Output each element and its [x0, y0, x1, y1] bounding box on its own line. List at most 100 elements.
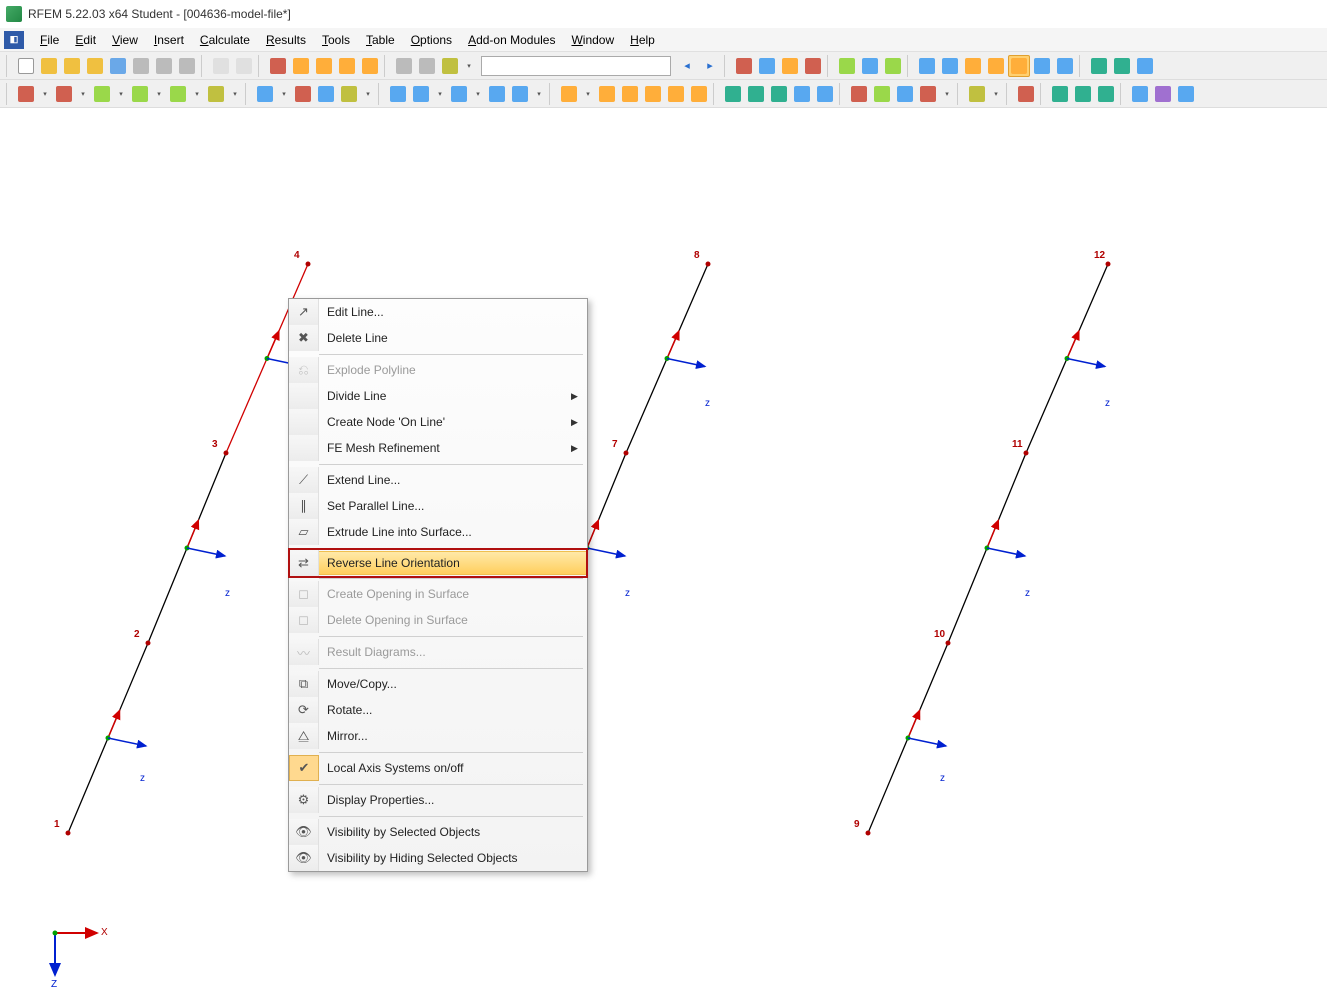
load1-button[interactable] [558, 83, 580, 105]
zoom-all-button[interactable] [722, 83, 744, 105]
dropdown-arrow-icon[interactable]: ▾ [228, 83, 242, 105]
render3-button[interactable] [1095, 83, 1117, 105]
mesh4-button[interactable] [985, 55, 1007, 77]
dropdown-arrow-icon[interactable]: ▾ [462, 55, 476, 77]
mesh2-button[interactable] [939, 55, 961, 77]
opening-tool-button[interactable] [205, 83, 227, 105]
view-x-button[interactable] [848, 83, 870, 105]
app-menu-icon[interactable]: ◧ [4, 31, 24, 49]
zoom-select-button[interactable] [313, 55, 335, 77]
dimension-tool-button[interactable] [315, 83, 337, 105]
load3-button[interactable] [619, 83, 641, 105]
cube1-button[interactable] [387, 83, 409, 105]
save-button[interactable] [107, 55, 129, 77]
context-menu-item-extend-line[interactable]: ⟋Extend Line... [289, 467, 587, 493]
context-menu-item-local-axis-systems-on-off[interactable]: ✔Local Axis Systems on/off [289, 755, 587, 781]
workplane-button[interactable] [966, 83, 988, 105]
context-menu-item-edit-line[interactable]: ↗Edit Line... [289, 299, 587, 325]
menu-edit[interactable]: Edit [67, 31, 104, 49]
dropdown-arrow-icon[interactable]: ▾ [471, 83, 485, 105]
grid1-button[interactable] [1031, 55, 1053, 77]
extra3-button[interactable] [1175, 83, 1197, 105]
extra2-button[interactable] [1152, 83, 1174, 105]
dropdown-arrow-icon[interactable]: ▾ [940, 83, 954, 105]
support-tool-button[interactable] [254, 83, 276, 105]
load4-button[interactable] [642, 83, 664, 105]
load2-button[interactable] [596, 83, 618, 105]
view-neg-x-button[interactable] [917, 83, 939, 105]
zoom-prev-button[interactable] [768, 83, 790, 105]
spark-button[interactable] [439, 55, 461, 77]
context-menu-item-fe-mesh-refinement[interactable]: FE Mesh Refinement▶ [289, 435, 587, 461]
tool-b-button[interactable] [756, 55, 778, 77]
undo-button[interactable] [210, 55, 232, 77]
menu-results[interactable]: Results [258, 31, 314, 49]
grid-button[interactable] [416, 55, 438, 77]
find-button[interactable] [290, 55, 312, 77]
context-menu-item-mirror[interactable]: ⧋Mirror... [289, 723, 587, 749]
mesh-highlight-button[interactable] [1008, 55, 1030, 77]
iso-view-button[interactable] [791, 83, 813, 105]
mesh3-button[interactable] [962, 55, 984, 77]
context-menu-item-divide-line[interactable]: Divide Line▶ [289, 383, 587, 409]
save-group-button[interactable] [84, 55, 106, 77]
navigator-button[interactable] [336, 55, 358, 77]
menu-insert[interactable]: Insert [146, 31, 192, 49]
render1-button[interactable] [1049, 83, 1071, 105]
context-menu-item-create-node-on-line[interactable]: Create Node 'On Line'▶ [289, 409, 587, 435]
line-tool-button[interactable] [53, 83, 75, 105]
hinge-tool-button[interactable] [292, 83, 314, 105]
view-y-button[interactable] [871, 83, 893, 105]
model-canvas[interactable]: 123456789101112zzzzzzzzXZ ↗Edit Line...✖… [0, 108, 1327, 988]
solid-tool-button[interactable] [167, 83, 189, 105]
menu-file[interactable]: File [32, 31, 67, 49]
tool-e-button[interactable] [836, 55, 858, 77]
context-menu-item-delete-line[interactable]: ✖Delete Line [289, 325, 587, 351]
view-z-button[interactable] [894, 83, 916, 105]
menu-table[interactable]: Table [358, 31, 403, 49]
tool-i-button[interactable] [1111, 55, 1133, 77]
dropdown-arrow-icon[interactable]: ▾ [76, 83, 90, 105]
print-button[interactable] [153, 55, 175, 77]
tool-f-button[interactable] [859, 55, 881, 77]
menu-calculate[interactable]: Calculate [192, 31, 258, 49]
surface-tool-button[interactable] [129, 83, 151, 105]
context-menu-item-display-properties[interactable]: ⚙Display Properties... [289, 787, 587, 813]
dropdown-arrow-icon[interactable]: ▾ [114, 83, 128, 105]
dropdown-arrow-icon[interactable]: ▾ [152, 83, 166, 105]
tool-h-button[interactable] [1088, 55, 1110, 77]
persp-view-button[interactable] [814, 83, 836, 105]
tool-g-button[interactable] [882, 55, 904, 77]
dropdown-arrow-icon[interactable]: ▾ [38, 83, 52, 105]
arrow-tool-button[interactable] [1015, 83, 1037, 105]
copy-button[interactable] [130, 55, 152, 77]
cube4-button[interactable] [486, 83, 508, 105]
tool-j-button[interactable] [1134, 55, 1156, 77]
dropdown-arrow-icon[interactable]: ▾ [989, 83, 1003, 105]
menu-help[interactable]: Help [622, 31, 663, 49]
node-tool-button[interactable] [15, 83, 37, 105]
prev-button[interactable]: ◂ [676, 55, 698, 77]
menu-window[interactable]: Window [563, 31, 622, 49]
redo-button[interactable] [233, 55, 255, 77]
tool-c-button[interactable] [779, 55, 801, 77]
open-model-button[interactable] [61, 55, 83, 77]
context-menu-item-extrude-line-into-surface[interactable]: ▱Extrude Line into Surface... [289, 519, 587, 545]
dropdown-arrow-icon[interactable]: ▾ [277, 83, 291, 105]
context-menu-item-reverse-line-orientation[interactable]: ⇄Reverse Line Orientation [289, 551, 587, 575]
context-menu-item-set-parallel-line[interactable]: ∥Set Parallel Line... [289, 493, 587, 519]
dropdown-arrow-icon[interactable]: ▾ [190, 83, 204, 105]
menu-add-on-modules[interactable]: Add-on Modules [460, 31, 563, 49]
member-tool-button[interactable] [91, 83, 113, 105]
load5-button[interactable] [665, 83, 687, 105]
load6-button[interactable] [688, 83, 710, 105]
open-file-button[interactable] [38, 55, 60, 77]
tool-a-button[interactable] [733, 55, 755, 77]
dropdown-arrow-icon[interactable]: ▾ [361, 83, 375, 105]
tool-d-button[interactable] [802, 55, 824, 77]
cube5-button[interactable] [509, 83, 531, 105]
extra1-button[interactable] [1129, 83, 1151, 105]
menu-options[interactable]: Options [403, 31, 460, 49]
zoom-win-button[interactable] [745, 83, 767, 105]
mesh1-button[interactable] [916, 55, 938, 77]
